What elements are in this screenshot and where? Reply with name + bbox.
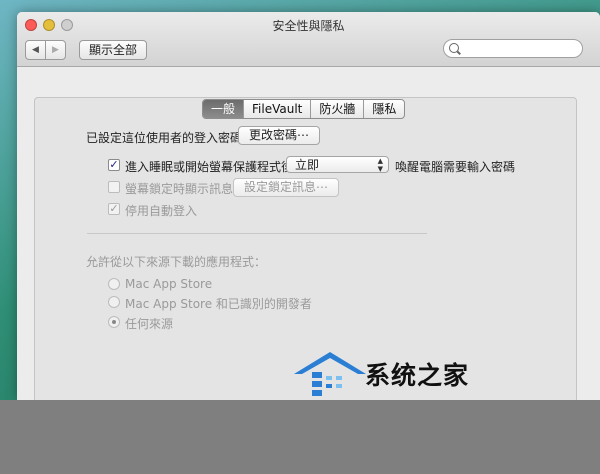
source-label-anywhere: 任何來源: [125, 317, 174, 331]
show-message-label: 螢幕鎖定時顯示訊息: [125, 182, 234, 196]
show-message-checkbox[interactable]: [108, 181, 120, 193]
bottom-overlay: [0, 400, 600, 474]
preferences-window: 安全性與隱私 ◀ ▶ 顯示全部 一般 FileVault 防火牆 隱私 已設定這…: [17, 12, 600, 400]
set-lock-message-button[interactable]: 設定鎖定訊息⋯: [233, 178, 340, 197]
watermark: 系统之家: [290, 348, 495, 408]
require-password-label: 進入睡眠或開始螢幕保護程式後: [125, 160, 294, 174]
general-settings: 已設定這位使用者的登入密碼 更改密碼⋯ ✓ 進入睡眠或開始螢幕保護程式後 立即 …: [17, 12, 600, 400]
disable-autologin-label: 停用自動登入: [125, 204, 198, 218]
source-radio-identified-developers[interactable]: [108, 296, 120, 308]
source-radio-mac-app-store[interactable]: [108, 278, 120, 290]
source-label-identified-developers: Mac App Store 和已識別的開發者: [125, 297, 312, 311]
require-password-suffix: 喚醒電腦需要輸入密碼: [395, 160, 516, 174]
disable-autologin-checkbox[interactable]: ✓: [108, 203, 120, 215]
require-password-delay-select[interactable]: 立即 ▲ ▼: [286, 156, 389, 173]
watermark-logo-icon: [294, 352, 366, 396]
watermark-text: 系统之家: [365, 361, 470, 390]
password-set-label: 已設定這位使用者的登入密碼: [86, 131, 243, 145]
allow-apps-label: 允許從以下來源下載的應用程式：: [86, 255, 267, 269]
select-arrows-icon: ▲ ▼: [377, 157, 383, 173]
require-password-checkbox[interactable]: ✓: [108, 159, 120, 171]
require-password-delay-value: 立即: [295, 158, 320, 172]
source-radio-anywhere[interactable]: [108, 316, 120, 328]
source-label-mac-app-store: Mac App Store: [125, 277, 213, 291]
section-divider: [87, 233, 427, 234]
change-password-button[interactable]: 更改密碼⋯: [238, 126, 321, 145]
